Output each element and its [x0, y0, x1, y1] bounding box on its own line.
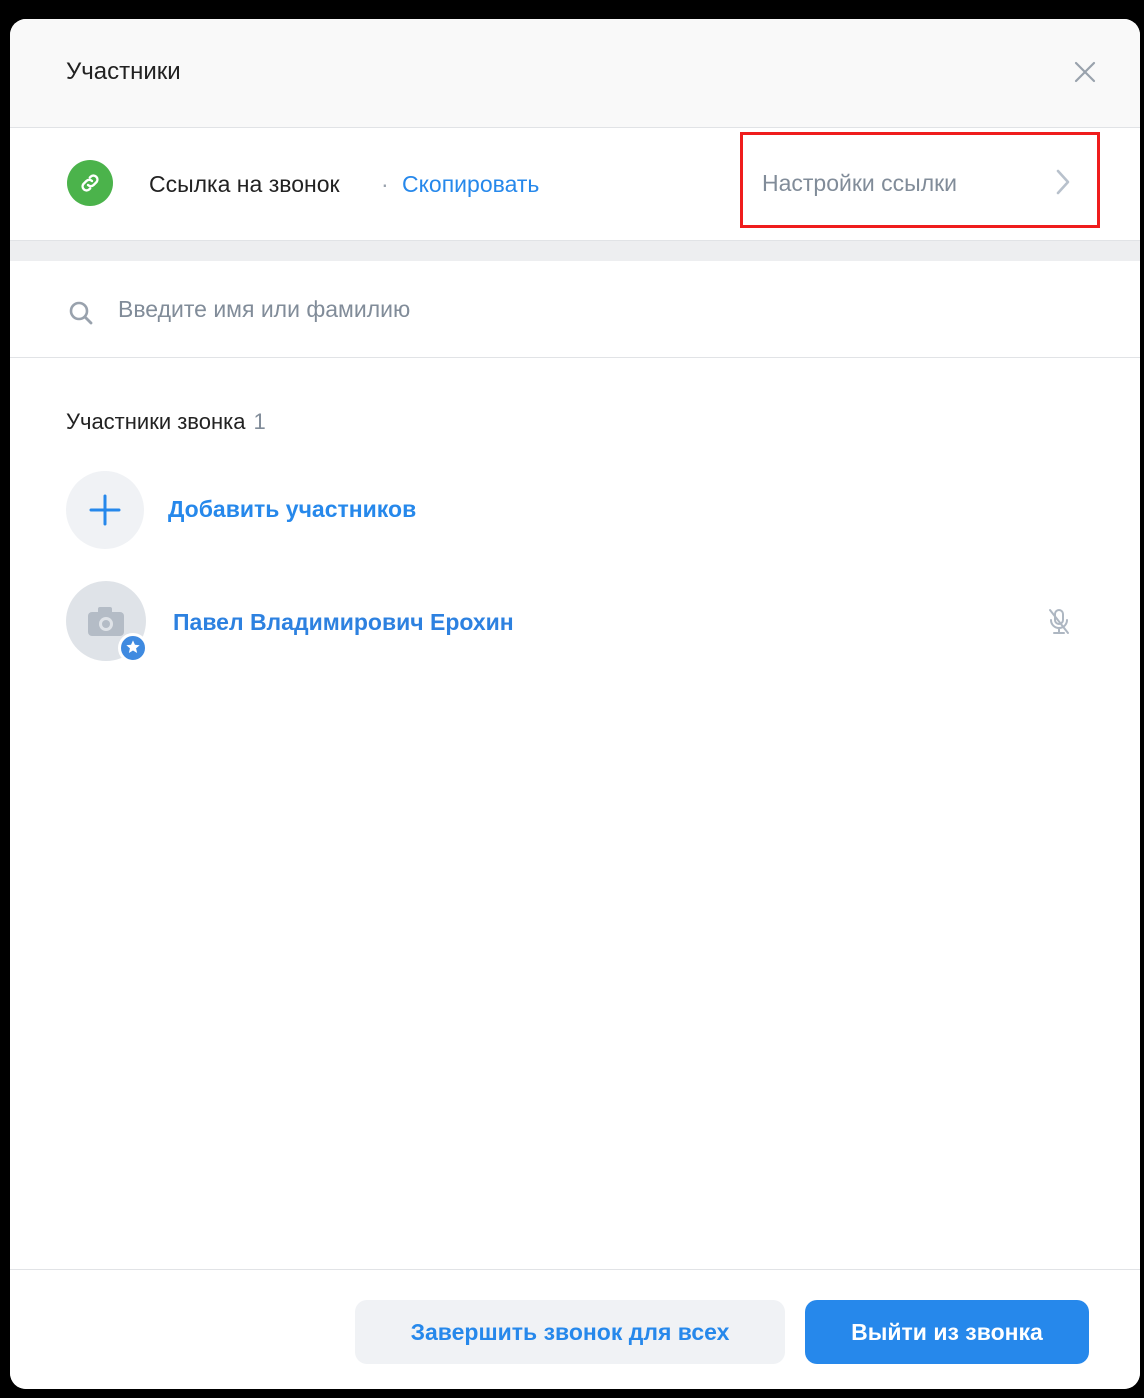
separator-dot: · — [381, 171, 389, 197]
add-participants-label: Добавить участников — [168, 496, 417, 522]
chevron-right-icon — [1056, 169, 1070, 195]
link-icon — [67, 160, 113, 206]
close-button[interactable] — [1070, 57, 1100, 87]
call-link-row: Ссылка на звонок · Скопировать Настройки… — [10, 128, 1140, 241]
participant-name[interactable]: Павел Владимирович Ерохин — [173, 609, 514, 636]
link-settings-button[interactable]: Настройки ссылки — [740, 132, 1102, 232]
end-call-for-all-button[interactable]: Завершить звонок для всех — [355, 1300, 785, 1364]
search-bar — [10, 261, 1140, 358]
camera-icon — [88, 607, 124, 636]
participants-section-title: Участники звонка 1 — [66, 409, 266, 435]
search-icon — [69, 301, 93, 325]
leave-call-button[interactable]: Выйти из звонка — [805, 1300, 1089, 1364]
search-input[interactable] — [118, 289, 1018, 329]
copy-link-button[interactable]: Скопировать — [402, 171, 539, 198]
mic-off-icon[interactable] — [1046, 607, 1072, 637]
avatar[interactable] — [66, 581, 148, 663]
participants-count: 1 — [253, 409, 266, 434]
add-participants-button[interactable]: Добавить участников — [66, 471, 1066, 549]
call-link-label: Ссылка на звонок — [149, 171, 340, 197]
close-icon — [1074, 61, 1096, 83]
list-item: Павел Владимирович Ерохин — [66, 581, 1096, 663]
participants-dialog: Участники Ссылка на звонок · Скопировать… — [10, 19, 1140, 1389]
participants-title: Участники звонка — [66, 409, 246, 434]
add-circle — [66, 471, 144, 549]
dialog-header: Участники — [10, 19, 1140, 128]
section-divider — [10, 241, 1140, 261]
dialog-footer: Завершить звонок для всех Выйти из звонк… — [10, 1269, 1140, 1389]
link-settings-label: Настройки ссылки — [762, 170, 958, 196]
organizer-badge — [118, 633, 148, 663]
plus-icon — [89, 494, 121, 526]
star-icon — [126, 640, 140, 653]
dialog-title: Участники — [66, 58, 181, 85]
